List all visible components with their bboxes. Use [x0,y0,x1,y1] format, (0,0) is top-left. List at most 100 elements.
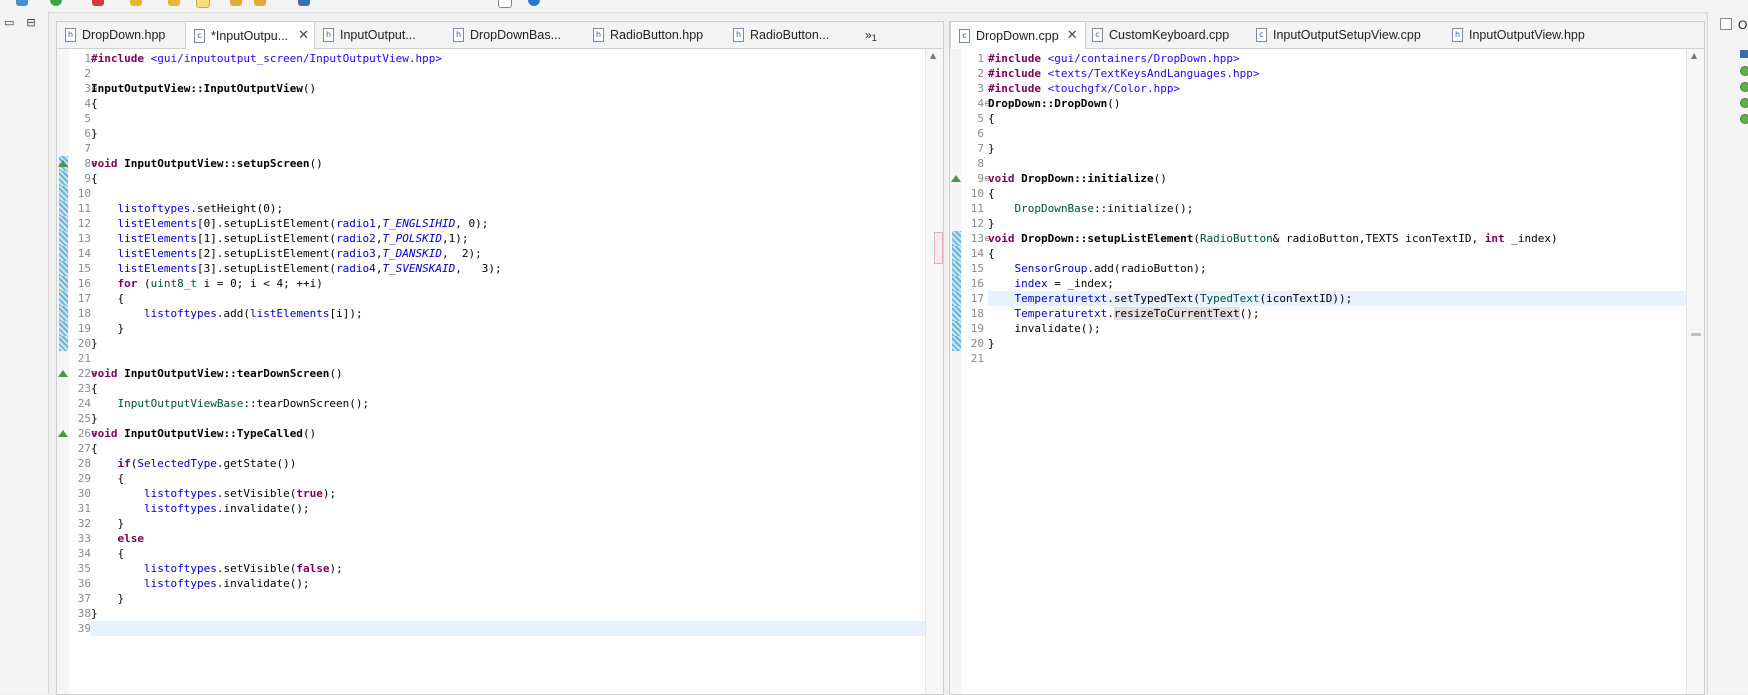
override-marker-icon[interactable] [58,430,68,437]
outline-method-icon[interactable] [1740,114,1748,124]
tab-inputoutputsetupview-cpp[interactable]: c InputOutputSetupView.cpp [1248,22,1444,48]
code-line[interactable]: { [988,111,1704,126]
debug-icon[interactable] [16,0,28,6]
code-line[interactable]: #include <texts/TextKeysAndLanguages.hpp… [988,66,1704,81]
highlight-toggle-icon[interactable] [196,0,210,8]
code-line[interactable]: } [988,141,1704,156]
tab-inputoutputview-hpp-right[interactable]: h InputOutputView.hpp [1444,22,1614,48]
code-line[interactable]: #include <touchgfx/Color.hpp> [988,81,1704,96]
code-line[interactable]: listoftypes.setHeight(0); [91,201,943,216]
back-icon[interactable] [298,0,310,6]
scroll-up-icon[interactable]: ▲ [1691,51,1697,60]
overview-marker[interactable] [1691,333,1701,336]
right-vertical-scrollbar[interactable]: ▲ [1686,49,1704,694]
code-line[interactable]: listElements[2].setupListElement(radio3,… [91,246,943,261]
code-line[interactable]: listElements[0].setupListElement(radio1,… [91,216,943,231]
outline-item-icon[interactable] [1740,50,1748,58]
code-line[interactable]: { [91,171,943,186]
stop-icon[interactable] [92,0,104,6]
code-line[interactable]: { [91,96,943,111]
current-line-highlight[interactable] [91,621,925,636]
code-line[interactable]: listoftypes.invalidate(); [91,576,943,591]
outline-method-icon[interactable] [1740,66,1748,76]
left-code-area[interactable]: #include <gui/inputoutput_screen/InputOu… [91,49,943,694]
override-marker-icon[interactable] [951,175,961,182]
maximize-icon[interactable]: ⊟ [26,17,36,28]
code-line[interactable]: { [988,246,1704,261]
minimize-icon[interactable]: ▭ [4,17,14,28]
code-line[interactable]: listoftypes.setVisible(true); [91,486,943,501]
editor-split-sash[interactable] [934,232,943,264]
code-line[interactable]: listoftypes.add(listElements[i]); [91,306,943,321]
next-annotation-icon[interactable] [230,0,242,6]
code-line[interactable]: void DropDown::setupListElement(RadioBut… [988,231,1704,246]
code-line[interactable]: index = _index; [988,276,1704,291]
code-line[interactable]: invalidate(); [988,321,1704,336]
code-line[interactable]: } [91,516,943,531]
scroll-up-icon[interactable]: ▲ [930,51,936,60]
open-folder-icon[interactable] [130,0,142,6]
outline-method-icon[interactable] [1740,98,1748,108]
code-line[interactable]: InputOutputViewBase::tearDownScreen(); [91,396,943,411]
code-line[interactable]: #include <gui/inputoutput_screen/InputOu… [91,51,943,66]
change-bar [952,246,961,261]
code-line[interactable]: void DropDown::initialize() [988,171,1704,186]
code-line[interactable]: SensorGroup.add(radioButton); [988,261,1704,276]
previous-annotation-icon[interactable] [254,0,266,6]
close-icon[interactable]: ✕ [298,28,309,43]
code-line[interactable]: { [91,546,943,561]
help-icon[interactable] [528,0,540,6]
outline-method-icon[interactable] [1740,82,1748,92]
code-line[interactable]: } [91,126,943,141]
search-icon[interactable] [498,0,512,8]
code-line[interactable]: Temperaturetxt.setTypedText(TypedText(ic… [988,291,1686,306]
code-line[interactable]: DropDownBase::initialize(); [988,201,1704,216]
code-line[interactable]: for (uint8_t i = 0; i < 4; ++i) [91,276,943,291]
code-line[interactable]: } [988,336,1704,351]
code-line[interactable]: { [91,471,943,486]
close-icon[interactable]: ✕ [1067,28,1078,43]
override-marker-icon[interactable] [58,370,68,377]
code-line[interactable]: void InputOutputView::TypeCalled() [91,426,943,441]
tab-overflow-button[interactable]: » 1 [865,22,877,48]
outline-view-icon[interactable] [1720,18,1732,30]
code-line[interactable]: listElements[3].setupListElement(radio4,… [91,261,943,276]
code-line[interactable]: Temperaturetxt.resizeToCurrentText(); [988,306,1704,321]
code-line[interactable]: listoftypes.invalidate(); [91,501,943,516]
code-line[interactable]: } [91,321,943,336]
tab-customkeyboard-cpp[interactable]: c CustomKeyboard.cpp [1084,22,1244,48]
code-line[interactable]: else [91,531,943,546]
code-line[interactable]: } [91,411,943,426]
code-line[interactable]: { [988,186,1704,201]
code-line[interactable]: listoftypes.setVisible(false); [91,561,943,576]
code-line[interactable]: void InputOutputView::setupScreen() [91,156,943,171]
code-line[interactable]: } [91,606,943,621]
code-line[interactable]: { [91,381,943,396]
code-line[interactable]: InputOutputView::InputOutputView() [91,81,943,96]
code-line[interactable]: DropDown::DropDown() [988,96,1704,111]
outline-panel-label[interactable]: Ou [1738,18,1748,32]
tab-dropdownbase-hpp[interactable]: h DropDownBas... [445,22,585,48]
code-line[interactable]: { [91,441,943,456]
run-icon[interactable] [50,0,62,6]
tab-radiobutton-hpp[interactable]: h RadioButton.hpp [585,22,725,48]
code-line[interactable]: #include <gui/containers/DropDown.hpp> [988,51,1704,66]
header-file-icon: h [65,28,76,42]
code-line[interactable]: void InputOutputView::tearDownScreen() [91,366,943,381]
code-line[interactable]: if(SelectedType.getState()) [91,456,943,471]
tab-inputoutputview-hpp[interactable]: h InputOutput... [315,22,445,48]
tab-inputoutputview-cpp[interactable]: c *InputOutpu... ✕ [185,22,315,49]
code-line[interactable]: } [91,336,943,351]
code-line[interactable]: } [91,591,943,606]
line-number: 36 [77,577,91,590]
code-line[interactable]: { [91,291,943,306]
left-vertical-scrollbar[interactable]: ▲ [925,49,943,694]
code-line[interactable]: listElements[1].setupListElement(radio2,… [91,231,943,246]
build-icon[interactable] [168,0,180,6]
tab-dropdown-hpp[interactable]: h DropDown.hpp [57,22,185,48]
tab-radiobutton-2[interactable]: h RadioButton... [725,22,855,48]
code-line[interactable]: } [988,216,1704,231]
override-marker-icon[interactable] [58,160,68,167]
right-code-area[interactable]: #include <gui/containers/DropDown.hpp> #… [988,49,1704,694]
tab-dropdown-cpp[interactable]: c DropDown.cpp ✕ [950,22,1086,49]
